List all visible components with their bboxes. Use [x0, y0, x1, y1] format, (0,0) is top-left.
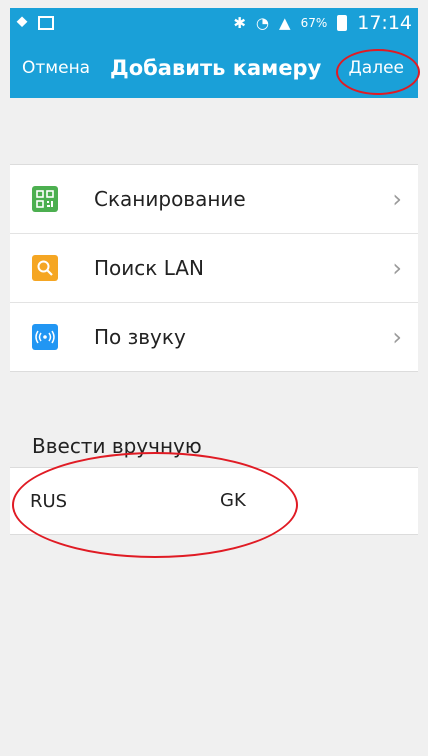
search-svg — [37, 260, 53, 276]
annotation-circle-input — [12, 452, 298, 558]
page-title: Добавить камеру — [110, 56, 322, 80]
status-right-icons: ✱ ◔ ▲ 67% 17:14 — [233, 12, 412, 34]
chevron-right-icon: › — [392, 323, 402, 351]
chevron-right-icon: › — [392, 185, 402, 213]
cancel-button[interactable]: Отмена — [22, 58, 90, 78]
bluetooth-icon: ✱ — [233, 14, 246, 32]
list-item-lan-search[interactable]: Поиск LAN › — [10, 233, 418, 302]
list-item-label: Поиск LAN — [94, 256, 204, 280]
list-item-label: По звуку — [94, 325, 186, 349]
qr-scan-svg — [36, 190, 54, 208]
status-time: 17:14 — [357, 12, 412, 34]
battery-percent: 67% — [300, 16, 328, 30]
top-spacer — [10, 98, 418, 164]
sound-wave-svg — [35, 330, 55, 344]
battery-icon — [337, 15, 348, 31]
qr-scan-icon — [32, 186, 58, 212]
gallery-icon — [38, 16, 55, 30]
status-bar: ⯁ ✱ ◔ ▲ 67% 17:14 — [10, 8, 418, 38]
annotation-circle-next — [336, 49, 420, 95]
wifi-icon: ◔ — [255, 14, 270, 32]
signal-icon: ▲ — [279, 14, 291, 32]
add-method-list: Сканирование › Поиск LAN › По звуку › — [10, 164, 418, 372]
sound-wave-icon — [32, 324, 58, 350]
search-icon — [32, 255, 58, 281]
usb-icon: ⯁ — [16, 14, 29, 32]
status-left-icons: ⯁ — [16, 14, 55, 32]
list-item-scan[interactable]: Сканирование › — [10, 165, 418, 233]
list-item-by-sound[interactable]: По звуку › — [10, 302, 418, 371]
list-item-label: Сканирование — [94, 187, 246, 211]
chevron-right-icon: › — [392, 254, 402, 282]
